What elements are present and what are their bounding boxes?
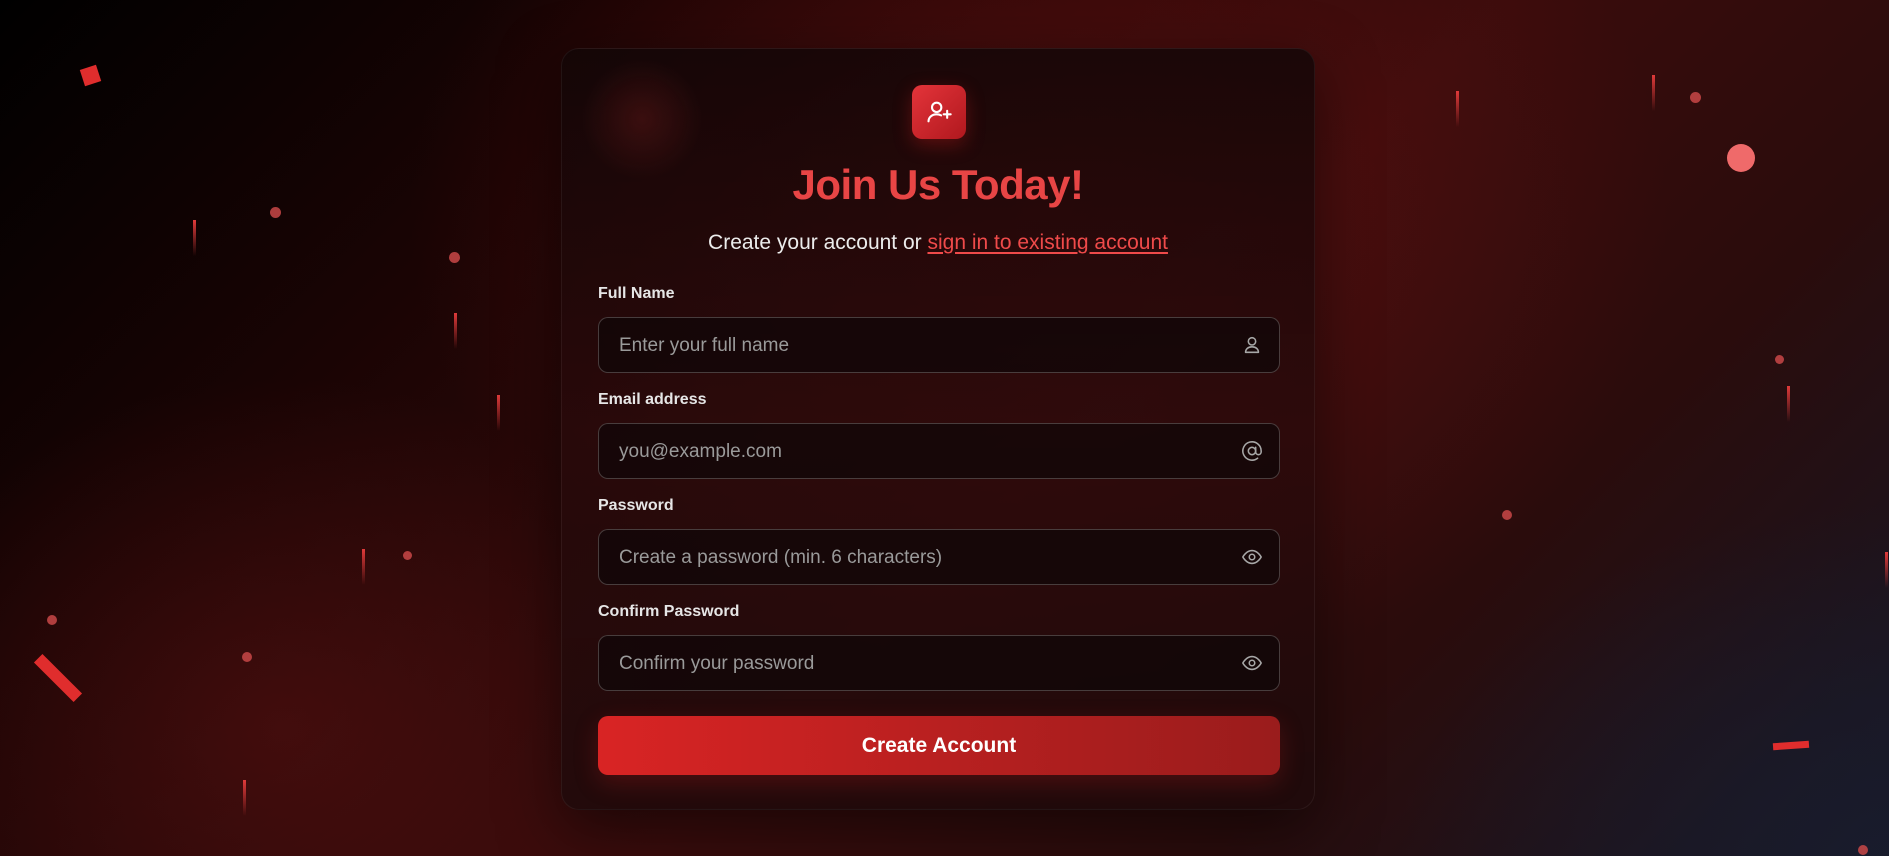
full-name-input[interactable]	[617, 318, 1221, 374]
particle-dot	[1727, 144, 1755, 172]
email-label: Email address	[598, 391, 707, 408]
email-input[interactable]	[617, 424, 1221, 480]
confetti-bar	[33, 653, 83, 703]
particle-dot	[242, 652, 252, 662]
confirm-password-input[interactable]	[617, 636, 1221, 692]
particle-streak	[1456, 91, 1459, 127]
particle-dot	[1775, 355, 1784, 364]
logo-badge	[912, 85, 966, 139]
create-account-button[interactable]: Create Account	[598, 716, 1280, 775]
full-name-label: Full Name	[598, 285, 675, 302]
particle-streak	[454, 313, 457, 349]
particle-streak	[1652, 75, 1655, 111]
email-field-wrapper	[598, 423, 1280, 480]
confetti-square	[79, 64, 102, 87]
particle-streak	[1885, 552, 1888, 588]
particle-streak	[193, 220, 196, 256]
eye-icon[interactable]	[1241, 546, 1263, 568]
password-label: Password	[598, 497, 674, 514]
particle-dot	[449, 252, 460, 263]
password-field-wrapper	[598, 529, 1280, 586]
at-sign-icon	[1242, 441, 1262, 461]
particle-streak	[497, 395, 500, 431]
full-name-field-wrapper	[598, 317, 1280, 374]
sign-in-link[interactable]: sign in to existing account	[927, 231, 1167, 254]
password-input[interactable]	[617, 530, 1221, 586]
confetti-bar	[1772, 740, 1810, 751]
particle-dot	[1502, 510, 1512, 520]
confirm-password-label: Confirm Password	[598, 603, 740, 620]
user-icon	[1244, 336, 1260, 354]
eye-icon[interactable]	[1241, 652, 1263, 674]
particle-dot	[403, 551, 412, 560]
page-title: Join Us Today!	[792, 161, 1084, 208]
particle-streak	[1787, 386, 1790, 422]
particle-dot	[1858, 845, 1868, 855]
confirm-password-field-wrapper	[598, 635, 1280, 692]
particle-dot	[47, 615, 57, 625]
signup-card: Join Us Today! Create your account or si…	[561, 48, 1315, 810]
particle-streak	[243, 780, 246, 816]
user-plus-icon	[927, 101, 952, 123]
particle-streak	[362, 549, 365, 585]
subtitle: Create your account or sign in to existi…	[562, 231, 1314, 255]
particle-dot	[1690, 92, 1701, 103]
particle-dot	[270, 207, 281, 218]
subtitle-text: Create your account or	[708, 231, 928, 254]
